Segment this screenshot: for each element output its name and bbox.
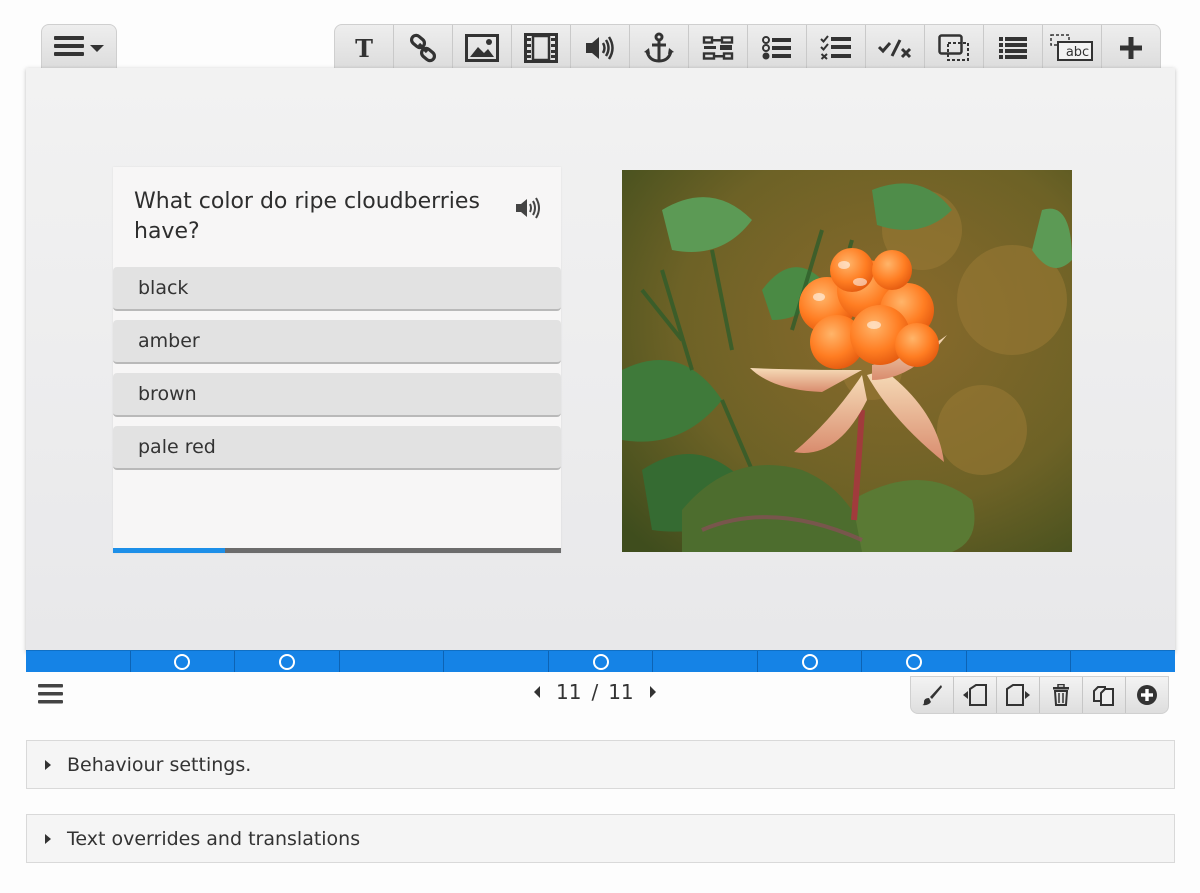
chevron-right-icon (649, 686, 656, 698)
answer-option-brown[interactable]: brown (113, 373, 561, 417)
move-slide-left-icon (963, 684, 987, 706)
slide-nav-segment[interactable] (340, 651, 445, 672)
move-slide-right-icon (1006, 684, 1030, 706)
add-circle-icon (1137, 685, 1157, 705)
svg-text:T: T (355, 36, 373, 60)
brush-icon (922, 685, 942, 706)
caret-right-icon (45, 759, 51, 770)
move-slide-left-button[interactable] (954, 677, 997, 713)
plus-icon (1120, 36, 1142, 59)
hamburger-icon (54, 34, 86, 62)
slide-element-marker (906, 653, 923, 670)
add-slide-button[interactable] (1126, 677, 1168, 713)
question-progress-bar (113, 548, 561, 553)
answer-option-amber[interactable]: amber (113, 320, 561, 364)
image-icon (465, 33, 499, 62)
delete-slide-button[interactable] (1040, 677, 1083, 713)
cloudberry-image[interactable] (622, 170, 1072, 552)
question-text: What color do ripe cloudberries have? (134, 189, 480, 244)
slide-actions-toolbar (910, 676, 1169, 714)
slide-nav-segment[interactable] (549, 651, 654, 672)
slide-element-marker (174, 653, 191, 670)
slide-nav-segment[interactable] (653, 651, 758, 672)
slide-nav-segment[interactable] (862, 651, 967, 672)
content-toolbar: T abc (334, 24, 1161, 70)
anchor-icon (644, 32, 674, 63)
total-slides: 11 (608, 680, 634, 704)
image-tool[interactable] (453, 25, 512, 70)
move-slide-right-button[interactable] (997, 677, 1040, 713)
slide-element-marker (592, 653, 609, 670)
question-progress-fill (113, 548, 225, 553)
single-choice-question: What color do ripe cloudberries have? bl… (113, 167, 561, 553)
slide-nav-segment[interactable] (967, 651, 1072, 672)
pager-separator: / (591, 680, 599, 704)
drag-text-tool[interactable] (689, 25, 748, 70)
true-false-icon (878, 38, 912, 58)
chevron-left-icon (534, 686, 540, 698)
slide-nav-segment[interactable] (444, 651, 549, 672)
slide-pager: 11 / 11 (528, 680, 662, 704)
link-icon (409, 33, 437, 62)
trash-icon (1053, 684, 1069, 706)
slide-nav-segment[interactable] (26, 651, 131, 672)
next-slide-button[interactable] (644, 680, 662, 704)
video-tool[interactable] (512, 25, 571, 70)
drag-drop-icon (938, 33, 969, 61)
drag-drop-tool[interactable] (925, 25, 984, 70)
anchor-tool[interactable] (630, 25, 689, 70)
clone-slide-button[interactable] (1083, 677, 1126, 713)
chevron-down-icon (90, 38, 104, 57)
single-choice-tool[interactable] (748, 25, 807, 70)
slide-navigation-bar[interactable] (26, 650, 1175, 672)
text-overrides-panel[interactable]: Text overrides and translations (26, 814, 1175, 863)
slide-nav-segment[interactable] (131, 651, 236, 672)
previous-slide-button[interactable] (528, 680, 546, 704)
answer-option-pale-red[interactable]: pale red (113, 426, 561, 470)
true-false-tool[interactable] (866, 25, 925, 70)
fill-blanks-label: abc (1065, 44, 1090, 60)
answer-option-black[interactable]: black (113, 267, 561, 311)
slide-element-marker (278, 653, 295, 670)
text-icon: T (355, 36, 373, 60)
summary-list-icon (999, 36, 1027, 59)
video-icon (524, 32, 558, 63)
more-tool[interactable] (1102, 25, 1160, 70)
text-tool[interactable]: T (335, 25, 394, 70)
hamburger-icon (38, 684, 63, 704)
summary-tool[interactable] (984, 25, 1043, 70)
multi-choice-tool[interactable] (807, 25, 866, 70)
audio-icon (586, 35, 614, 60)
clone-icon (1093, 686, 1114, 706)
slide-menu-button[interactable] (41, 24, 117, 70)
slide-nav-segment[interactable] (235, 651, 340, 672)
drag-text-icon (702, 35, 734, 60)
background-button[interactable] (911, 677, 954, 713)
current-slide-number: 11 (556, 680, 582, 704)
single-choice-icon (762, 35, 791, 59)
slide-list-menu-button[interactable] (38, 683, 64, 709)
link-tool[interactable] (394, 25, 453, 70)
speaker-icon[interactable] (515, 197, 543, 223)
text-overrides-label: Text overrides and translations (67, 827, 361, 850)
slide-nav-segment[interactable] (1071, 651, 1175, 672)
behaviour-settings-label: Behaviour settings. (67, 753, 252, 776)
multi-choice-icon (820, 34, 851, 60)
caret-right-icon (45, 833, 51, 844)
slide-nav-segment[interactable] (758, 651, 863, 672)
behaviour-settings-panel[interactable]: Behaviour settings. (26, 740, 1175, 789)
slide-element-marker (801, 653, 818, 670)
fill-blanks-tool[interactable]: abc (1043, 25, 1102, 70)
audio-tool[interactable] (571, 25, 630, 70)
